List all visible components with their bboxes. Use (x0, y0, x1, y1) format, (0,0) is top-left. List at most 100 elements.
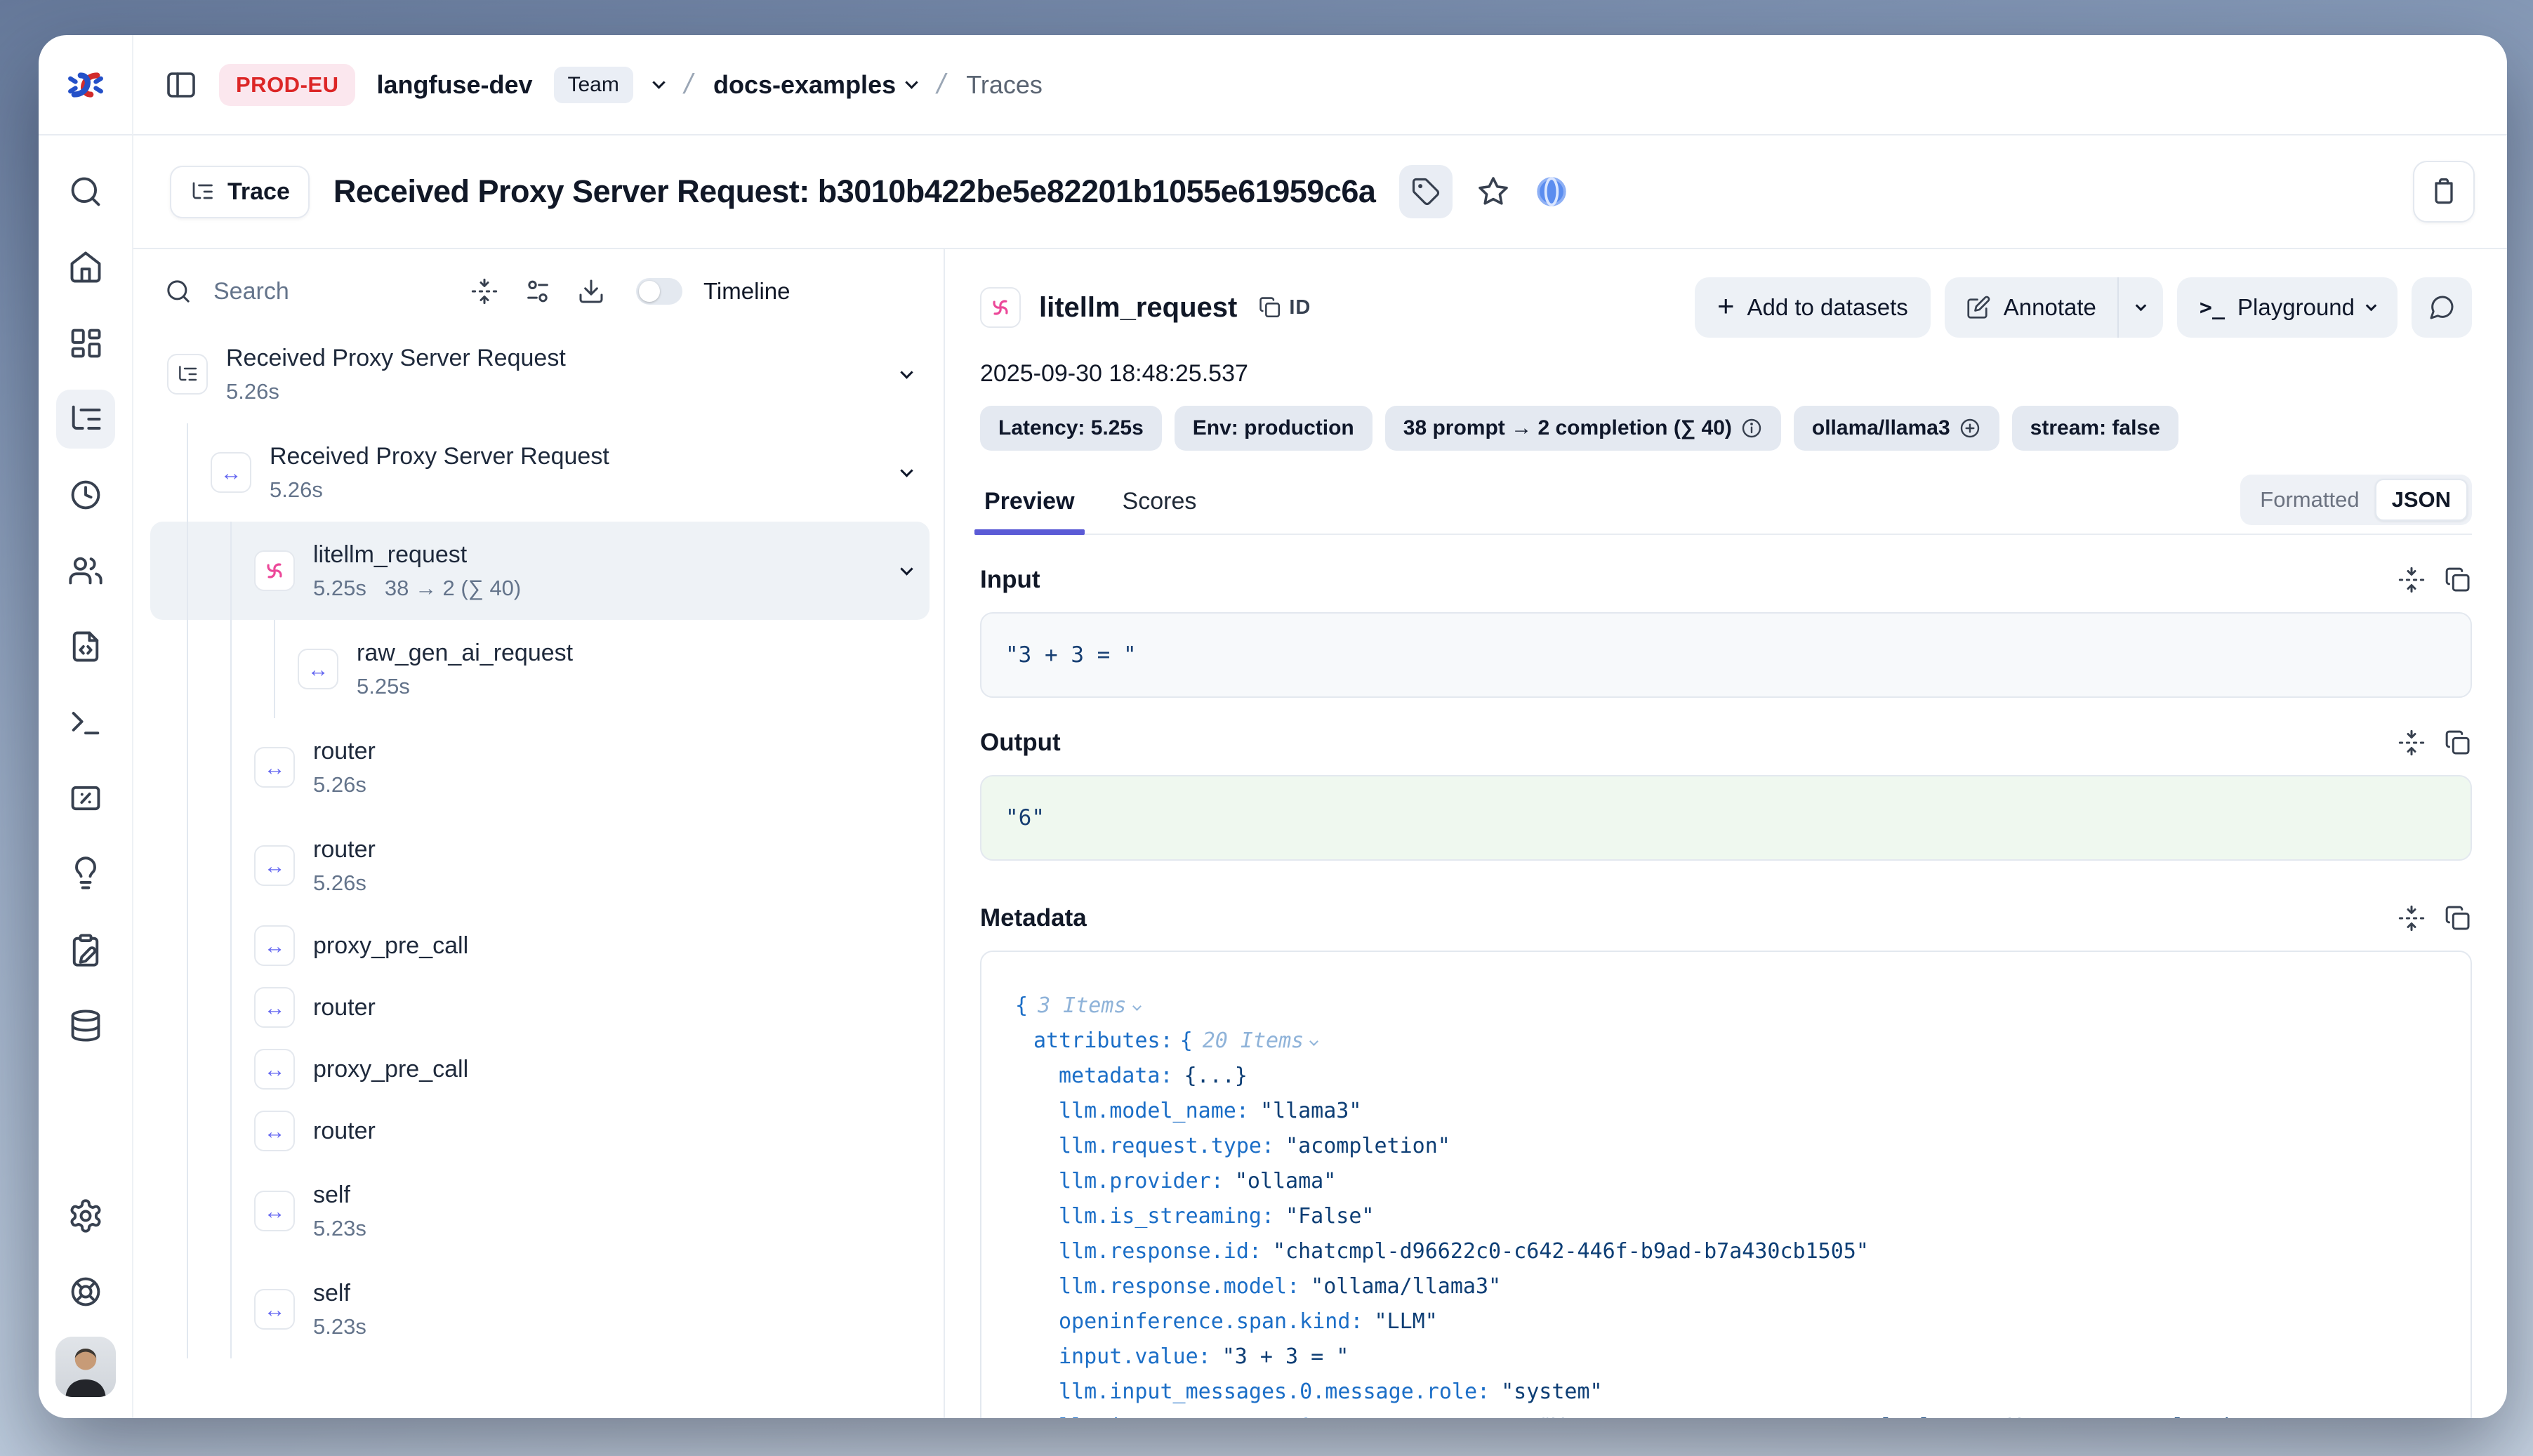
playground-button[interactable]: >_ Playground (2177, 277, 2398, 338)
tree-row[interactable]: ↔ router (150, 977, 930, 1038)
expand-chevron-icon[interactable] (900, 366, 913, 378)
tree-row[interactable]: ↔ Received Proxy Server Request 5.26s (150, 325, 930, 423)
tree-row-text: router 5.26s (313, 738, 930, 798)
json-line[interactable]: llm.is_streaming:"False" (1008, 1199, 2444, 1234)
collapse-all-button[interactable] (470, 277, 498, 305)
plus-circle-icon[interactable] (1959, 417, 1981, 439)
json-line[interactable]: llm.input_messages.0.message.content:"Yo… (1008, 1410, 2444, 1418)
org-logo-knot-icon[interactable] (65, 70, 106, 100)
tree-row[interactable]: ↔ self 5.23s (150, 1260, 930, 1358)
tree-row[interactable]: ↔ router (150, 1100, 930, 1162)
copy-id-control[interactable]: ID (1258, 296, 1311, 319)
json-line[interactable]: attributes:{20 Items (1008, 1024, 2444, 1059)
trace-type-chip[interactable]: Trace (170, 166, 310, 218)
add-to-datasets-button[interactable]: + Add to datasets (1695, 277, 1931, 338)
tree-row[interactable]: ↔ proxy_pre_call (150, 915, 930, 977)
json-line[interactable]: openinference.span.kind:"LLM" (1008, 1304, 2444, 1339)
metric-badge[interactable]: Env: production (1175, 406, 1373, 451)
expand-chevron-icon[interactable] (900, 464, 913, 477)
datasets-nav-button[interactable] (56, 996, 115, 1055)
tree-settings-button[interactable] (524, 277, 552, 305)
annotate-button-group: Annotate (1945, 277, 2163, 338)
json-line[interactable]: llm.response.model:"ollama/llama3" (1008, 1269, 2444, 1304)
timeline-toggle[interactable] (636, 278, 682, 305)
metric-badge[interactable]: stream: false (2012, 406, 2178, 451)
annotate-dropdown-button[interactable] (2119, 277, 2163, 338)
json-line[interactable]: llm.response.id:"chatcmpl-d96622c0-c642-… (1008, 1234, 2444, 1269)
copy-section-button[interactable] (2444, 904, 2472, 932)
tree-row[interactable]: ↔ router 5.26s (150, 816, 930, 915)
info-icon[interactable] (1740, 417, 1763, 439)
annotate-button[interactable]: Annotate (1945, 277, 2117, 338)
project-chevron-down-icon[interactable] (905, 76, 918, 88)
search-nav-button[interactable] (56, 162, 115, 221)
users-nav-button[interactable] (56, 541, 115, 600)
insights-nav-button[interactable] (56, 845, 115, 904)
json-line[interactable]: metadata:{...} (1008, 1059, 2444, 1094)
environment-badge: PROD-EU (219, 64, 355, 106)
home-nav-button[interactable] (56, 238, 115, 297)
tag-button[interactable] (1399, 165, 1453, 218)
format-option-formatted[interactable]: Formatted (2244, 480, 2374, 519)
sidebar-toggle-icon[interactable] (164, 68, 198, 102)
evaluators-nav-button[interactable] (56, 769, 115, 828)
json-line[interactable]: llm.input_messages.0.message.role:"syste… (1008, 1375, 2444, 1410)
sessions-nav-button[interactable] (56, 465, 115, 524)
observation-type-icon: ↔ (167, 354, 208, 395)
org-role-badge[interactable]: Team (554, 67, 633, 103)
comments-button[interactable] (2412, 277, 2472, 338)
tab-preview[interactable]: Preview (980, 478, 1079, 534)
metric-badge[interactable]: Latency: 5.25s (980, 406, 1162, 451)
tree-row[interactable]: ↔ raw_gen_ai_request 5.25s (150, 620, 930, 718)
json-value: "False" (1285, 1204, 1374, 1229)
json-line[interactable]: input.value:"3 + 3 = " (1008, 1339, 2444, 1375)
settings-nav-button[interactable] (56, 1186, 115, 1245)
id-label: ID (1289, 296, 1311, 319)
playground-nav-button[interactable] (56, 693, 115, 752)
bookmark-star-button[interactable] (1476, 175, 1510, 209)
metric-badge[interactable]: 38 prompt → 2 completion (∑ 40) (1385, 406, 1781, 451)
search-input[interactable] (213, 278, 445, 305)
database-icon (67, 1007, 104, 1044)
metadata-json-viewer[interactable]: {3 Items attributes:{20 Items metadata:{… (980, 951, 2472, 1418)
json-line[interactable]: llm.provider:"ollama" (1008, 1164, 2444, 1199)
project-breadcrumb[interactable]: docs-examples (713, 70, 916, 100)
output-value[interactable]: "6" (980, 775, 2472, 861)
support-nav-button[interactable] (56, 1262, 115, 1321)
user-avatar[interactable] (55, 1337, 116, 1397)
tree-row[interactable]: ↔ proxy_pre_call (150, 1038, 930, 1100)
observation-name: router (313, 994, 376, 1021)
tree-row[interactable]: ↔ Received Proxy Server Request 5.26s (150, 423, 930, 522)
json-line[interactable]: {3 Items (1008, 988, 2444, 1024)
org-name[interactable]: langfuse-dev (376, 70, 532, 100)
tree-row[interactable]: ↔ self 5.23s (150, 1162, 930, 1260)
json-key: llm.response.model: (1059, 1274, 1299, 1299)
delete-trace-button[interactable] (2413, 161, 2475, 223)
metric-badge[interactable]: ollama/llama3 (1794, 406, 1999, 451)
json-line[interactable]: llm.request.type:"acompletion" (1008, 1129, 2444, 1164)
annotation-nav-button[interactable] (56, 920, 115, 979)
breadcrumb-section[interactable]: Traces (966, 70, 1043, 100)
expand-chevron-icon[interactable] (900, 562, 913, 575)
tab-scores[interactable]: Scores (1118, 478, 1201, 534)
tracing-nav-button[interactable] (56, 390, 115, 449)
tree-row-text: proxy_pre_call (313, 1056, 930, 1083)
input-value[interactable]: "3 + 3 = " (980, 612, 2472, 698)
tree-row-text: litellm_request 5.25s38 → 2 (∑ 40) (313, 541, 902, 601)
collapse-section-button[interactable] (2398, 729, 2426, 757)
dashboards-nav-button[interactable] (56, 314, 115, 373)
json-line[interactable]: llm.model_name:"llama3" (1008, 1094, 2444, 1129)
format-option-json[interactable]: JSON (2375, 479, 2468, 521)
collapse-section-button[interactable] (2398, 904, 2426, 932)
download-button[interactable] (577, 277, 605, 305)
tree-row[interactable]: ↔ litellm_request 5.25s38 → 2 (∑ 40) (150, 522, 930, 620)
copy-section-button[interactable] (2444, 566, 2472, 594)
org-chevron-down-icon[interactable] (652, 76, 665, 88)
prompts-nav-button[interactable] (56, 617, 115, 676)
detail-tabs: Preview Scores Formatted JSON (980, 475, 2472, 535)
tree-row[interactable]: ↔ router 5.26s (150, 718, 930, 816)
copy-section-button[interactable] (2444, 729, 2472, 757)
collapse-section-button[interactable] (2398, 566, 2426, 594)
public-globe-button[interactable] (1534, 174, 1569, 209)
json-value: {...} (1184, 1064, 1248, 1088)
